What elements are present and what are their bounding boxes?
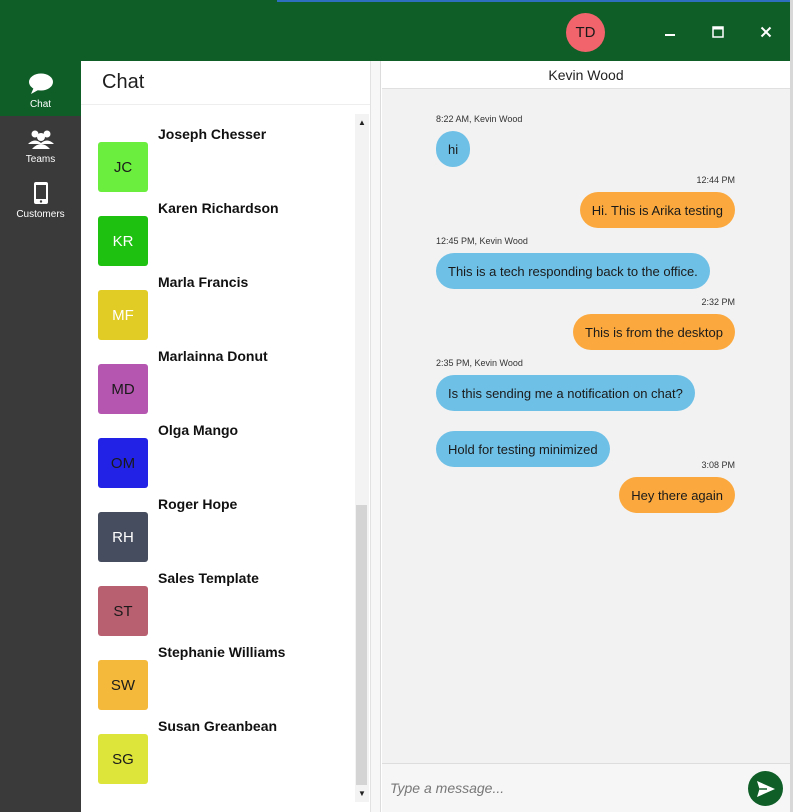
contact-avatar: JC xyxy=(98,142,148,192)
nav-item-label: Chat xyxy=(29,99,52,110)
send-button[interactable] xyxy=(748,771,783,806)
message-meta: 12:44 PM xyxy=(696,175,735,185)
contact-list-item[interactable]: SW Stephanie Williams xyxy=(81,640,353,714)
contact-list-item[interactable]: JC Joseph Chesser xyxy=(81,122,353,196)
conversation-title: Kevin Wood xyxy=(382,61,790,89)
contact-avatar: OM xyxy=(98,438,148,488)
user-avatar[interactable]: TD xyxy=(566,13,605,52)
nav-item-label: Teams xyxy=(25,154,56,165)
contact-avatar: SW xyxy=(98,660,148,710)
title-bar: TD xyxy=(0,0,790,61)
incoming-message-bubble: Hold for testing minimized xyxy=(436,431,610,467)
incoming-message-bubble: Is this sending me a notification on cha… xyxy=(436,375,695,411)
minimize-icon xyxy=(665,34,675,36)
contact-list-item[interactable]: MD Marlainna Donut xyxy=(81,344,353,418)
incoming-message-bubble: hi xyxy=(436,131,471,167)
nav-item-customers[interactable]: Customers xyxy=(0,171,81,226)
outgoing-message-bubble: This is from the desktop xyxy=(573,314,735,350)
contact-name: Stephanie Williams xyxy=(158,644,286,660)
contact-list-scroll-thumb[interactable] xyxy=(356,505,367,785)
message-meta: 3:08 PM xyxy=(701,460,735,470)
close-icon xyxy=(760,26,772,38)
conversation-panel: Kevin Wood 8:22 AM, Kevin Wood hi 12:44 PM… xyxy=(382,61,790,812)
contact-name: Sales Template xyxy=(158,570,259,586)
contact-list-item[interactable]: ST Sales Template xyxy=(81,566,353,640)
contact-list-item[interactable]: MF Marla Francis xyxy=(81,270,353,344)
contact-name: Joseph Chesser xyxy=(158,126,267,142)
maximize-button[interactable] xyxy=(706,20,730,44)
outgoing-message-bubble: Hi. This is Arika testing xyxy=(579,192,735,228)
contact-avatar: RH xyxy=(98,512,148,562)
contact-list-panel: Chat JC Joseph Chesser KR Karen Richardson M… xyxy=(81,61,371,812)
message-meta: 2:32 PM xyxy=(701,297,735,307)
contact-avatar: ST xyxy=(98,586,148,636)
contact-list-item[interactable]: OM Olga Mango xyxy=(81,418,353,492)
contact-name: Marlainna Donut xyxy=(158,348,268,364)
scroll-down-arrow[interactable]: ▼ xyxy=(355,786,369,800)
contact-name: Roger Hope xyxy=(158,496,238,512)
contact-avatar: MF xyxy=(98,290,148,340)
people-group-icon xyxy=(27,130,54,149)
side-nav: Chat Teams Customers xyxy=(0,61,81,812)
contact-name: Karen Richardson xyxy=(158,200,279,216)
chat-bubble-icon xyxy=(28,73,53,94)
contact-list-item[interactable]: SG Susan Greanbean xyxy=(81,714,353,788)
scroll-up-arrow[interactable]: ▲ xyxy=(355,115,369,129)
panel-splitter[interactable] xyxy=(371,61,381,812)
nav-item-teams[interactable]: Teams xyxy=(0,116,81,171)
message-meta: 2:35 PM, Kevin Wood xyxy=(436,358,523,368)
message-composer xyxy=(382,763,790,812)
contact-list-title: Chat xyxy=(81,61,370,105)
contact-avatar: SG xyxy=(98,734,148,784)
contact-name: Olga Mango xyxy=(158,422,239,438)
mobile-phone-icon xyxy=(33,182,48,204)
send-icon xyxy=(756,780,775,797)
nav-item-label: Customers xyxy=(16,209,65,220)
outgoing-message-bubble: Hey there again xyxy=(619,477,735,513)
contact-name: Susan Greanbean xyxy=(158,718,278,734)
contact-list-item[interactable]: RH Roger Hope xyxy=(81,492,353,566)
title-bar-accent-line xyxy=(277,0,790,2)
message-meta: 8:22 AM, Kevin Wood xyxy=(436,114,523,124)
contact-avatar: KR xyxy=(98,216,148,266)
contact-name: Marla Francis xyxy=(158,274,249,290)
contact-list-item[interactable]: KR Karen Richardson xyxy=(81,196,353,270)
close-button[interactable] xyxy=(754,20,778,44)
incoming-message-bubble: This is a tech responding back to the of… xyxy=(436,253,710,289)
contact-avatar: MD xyxy=(98,364,148,414)
message-meta: 12:45 PM, Kevin Wood xyxy=(436,236,528,246)
message-input[interactable] xyxy=(390,776,730,800)
minimize-button[interactable] xyxy=(658,20,682,44)
maximize-icon xyxy=(712,26,724,38)
nav-item-chat[interactable]: Chat xyxy=(0,61,81,116)
